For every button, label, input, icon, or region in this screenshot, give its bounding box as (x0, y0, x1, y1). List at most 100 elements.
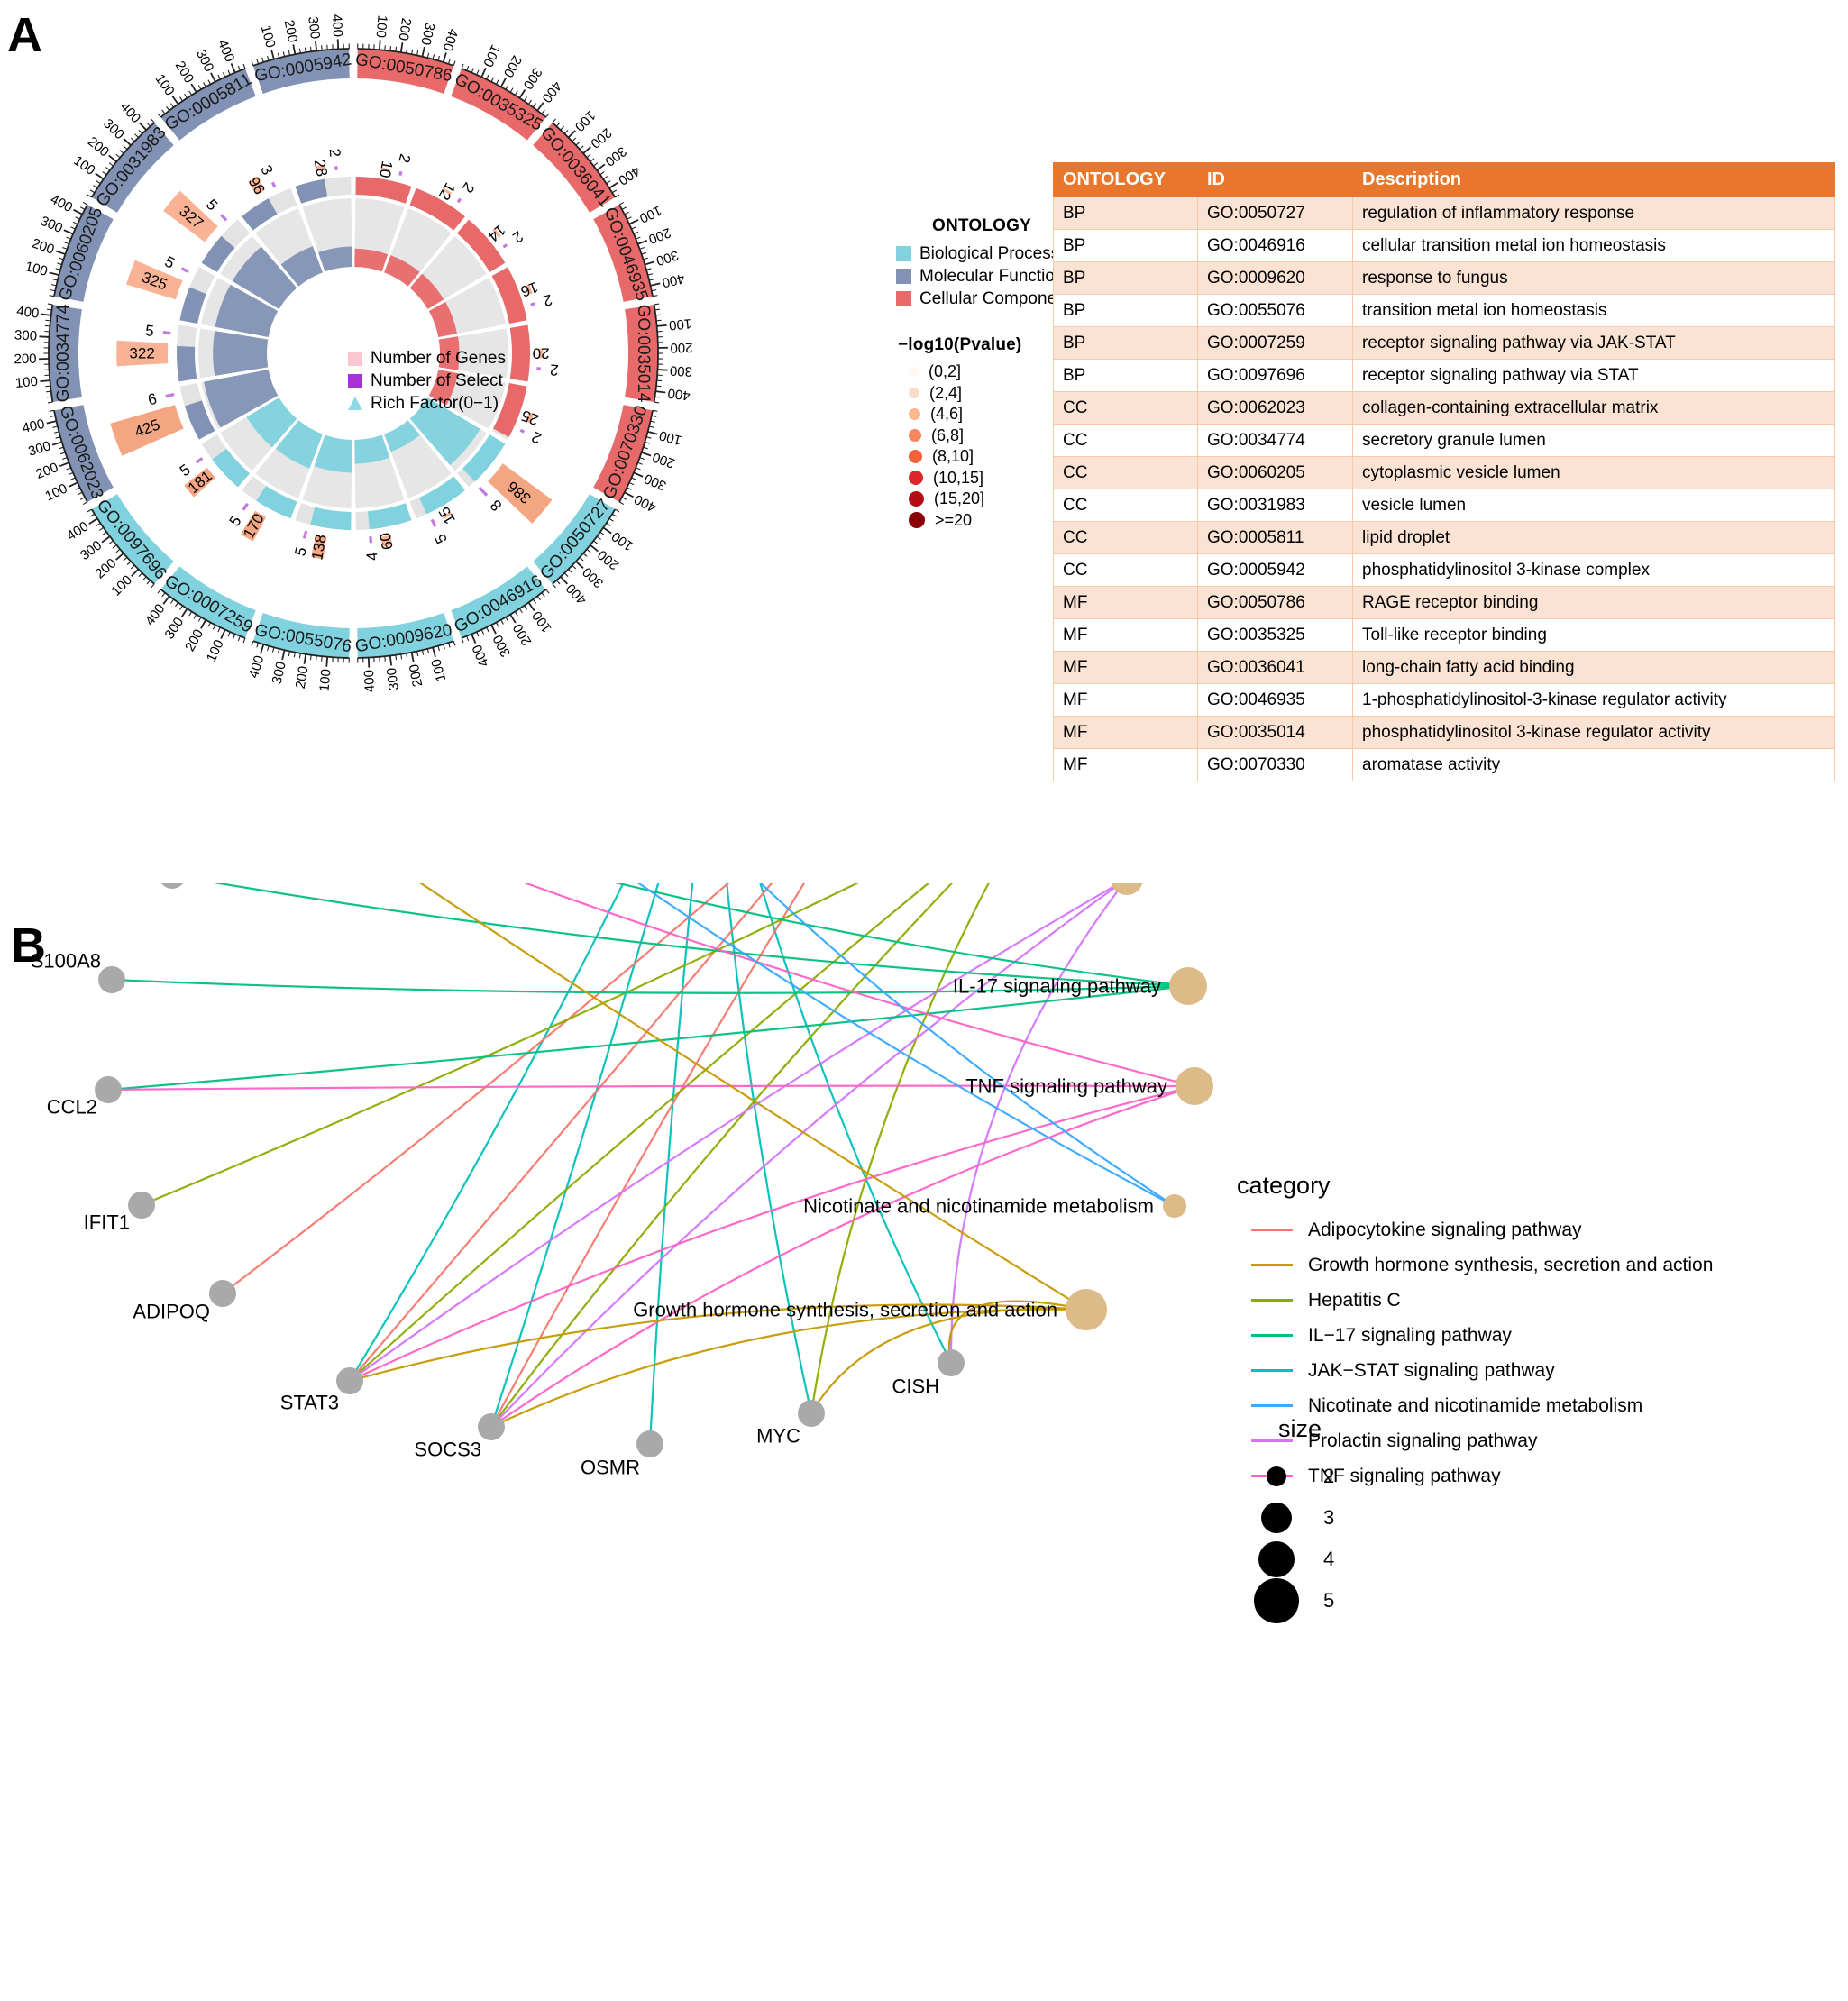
pvalue-legend-title: −log10(Pvalue) (898, 335, 1022, 354)
axis-tick-label: 200 (500, 53, 525, 80)
cell-ontology: BP (1053, 326, 1198, 360)
pathway-node (1176, 1067, 1213, 1105)
ontology-legend: ONTOLOGY Biological Process Molecular Fun… (896, 216, 1071, 310)
axis-tick-label: 200 (407, 662, 425, 688)
axis-tick-label: 300 (490, 633, 514, 660)
network-edges (107, 883, 1195, 1445)
axis-tick (242, 63, 246, 69)
network-edge (214, 883, 1189, 988)
select-count-bar (502, 243, 508, 249)
axis-tick (432, 647, 436, 658)
cell-id: GO:0005811 (1197, 521, 1353, 554)
table-row: CC GO:0062023 collagen-containing extracel… (1053, 391, 1835, 425)
select-count-label: 5 (226, 513, 245, 530)
inner-legend-item: Number of Genes (348, 347, 506, 370)
inner-legend-label: Number of Genes (371, 348, 506, 368)
ontology-swatch-icon (896, 269, 911, 284)
axis-tick-label: 400 (667, 385, 691, 403)
network-edge (490, 883, 806, 1428)
gene-node-label: ADIPOQ (133, 1301, 210, 1323)
axis-tick (46, 420, 57, 425)
cell-description: aromatase activity (1352, 748, 1835, 781)
cell-ontology: MF (1053, 651, 1198, 684)
select-count-bar (165, 392, 175, 398)
axis-tick (647, 430, 658, 435)
axis-tick (637, 239, 648, 245)
category-legend-label: Hepatitis C (1308, 1289, 1401, 1311)
axis-tick-label: 200 (510, 621, 535, 648)
cell-id: GO:0070330 (1197, 748, 1353, 781)
rich-factor-fill (295, 178, 328, 204)
axis-tick (131, 568, 140, 577)
axis-tick (59, 461, 69, 468)
gene-node (336, 1367, 363, 1394)
gene-count-label: 322 (129, 345, 154, 362)
inner-legend-item: Number of Select (348, 370, 506, 392)
cell-ontology: MF (1053, 748, 1198, 781)
ontology-legend-item: Biological Process (896, 242, 1067, 265)
circos-inner-legend: Number of Genes Number of Select Rich Fact… (348, 347, 506, 415)
size-legend-item: 2 (1237, 1456, 1334, 1497)
axis-tick (389, 655, 393, 666)
gene-node-label: SOCS3 (414, 1439, 481, 1461)
table-row: CC GO:0005942 phosphatidylinositol 3-kinas… (1053, 553, 1835, 587)
axis-tick (575, 561, 584, 569)
gene-node-label: CCL2 (47, 1096, 97, 1119)
pvalue-legend-item: (6,8] (896, 425, 1067, 447)
size-legend: size 2 3 4 5 (1237, 1415, 1334, 1623)
category-legend-label: Nicotinate and nicotinamide metabolism (1308, 1394, 1643, 1416)
axis-tick (633, 471, 644, 478)
ontology-swatch-icon (896, 291, 911, 306)
axis-tick-label: 300 (161, 615, 187, 642)
select-count-label: 2 (549, 361, 559, 379)
axis-tick-label: 400 (616, 163, 643, 188)
axis-tick (490, 624, 497, 635)
cell-id: GO:0035014 (1197, 716, 1353, 749)
axis-tick-label: 100 (316, 668, 334, 691)
axis-tick (645, 260, 655, 266)
gene-node-label: MYC (756, 1425, 800, 1448)
cell-id: GO:0097696 (1197, 359, 1353, 392)
cell-id: GO:0046935 (1197, 683, 1353, 717)
category-line-icon (1251, 1229, 1293, 1231)
table-row: MF GO:0070330 aromatase activity (1053, 748, 1835, 781)
pvalue-legend-label: (6,8] (931, 425, 965, 444)
axis-tick (560, 576, 568, 585)
axis-tick-label: 300 (520, 65, 545, 92)
axis-tick-label: 100 (668, 315, 691, 333)
select-count-bar (430, 518, 437, 527)
circos-plot: 10 2 12 2 14 2 16 2 20 2 25 2 386 8 15 5 60 4 138 5 170 5 181 5… (0, 0, 865, 865)
gene-node (938, 1349, 965, 1376)
axis-tick (628, 219, 639, 225)
axis-tick (49, 271, 59, 277)
axis-tick-label: 200 (646, 224, 672, 247)
select-count-bar (180, 267, 189, 273)
axis-tick-label: 400 (117, 99, 143, 126)
select-count-bar (536, 367, 541, 370)
axis-tick (190, 83, 197, 93)
gene-node-label: CISH (892, 1375, 939, 1398)
axis-tick-label: 100 (480, 42, 503, 69)
go-term-id-label: GO:0046916 (451, 571, 545, 637)
axis-tick-label: 400 (440, 27, 462, 53)
axis-tick-label: 400 (563, 580, 590, 608)
col-header-description: Description (1352, 162, 1835, 197)
cell-id: GO:0050727 (1197, 196, 1353, 230)
pvalue-dot-icon (909, 450, 922, 464)
pathway-node-label: Nicotinate and nicotinamide metabolism (803, 1195, 1154, 1218)
axis-tick-label: 100 (108, 572, 135, 599)
pvalue-legend: −log10(Pvalue) (0,2] (2,4] (4,6] (6,8] (8,10… (896, 335, 1067, 531)
table-row: BP GO:0097696 receptor signaling pathway v… (1053, 359, 1835, 392)
gene-node (95, 1076, 122, 1103)
size-dot-icon (1267, 1466, 1286, 1486)
axis-tick-label: 300 (384, 667, 402, 691)
axis-tick-label: 400 (64, 518, 91, 544)
select-count-label: 8 (487, 497, 505, 515)
select-count-bar (398, 170, 403, 177)
pvalue-dot-icon (909, 388, 919, 399)
network-edge (141, 883, 859, 1207)
rich-factor-fill (179, 287, 206, 324)
category-line-icon (1251, 1264, 1293, 1266)
axis-tick (303, 653, 307, 664)
table-row: MF GO:0050786 RAGE receptor binding (1053, 586, 1835, 619)
